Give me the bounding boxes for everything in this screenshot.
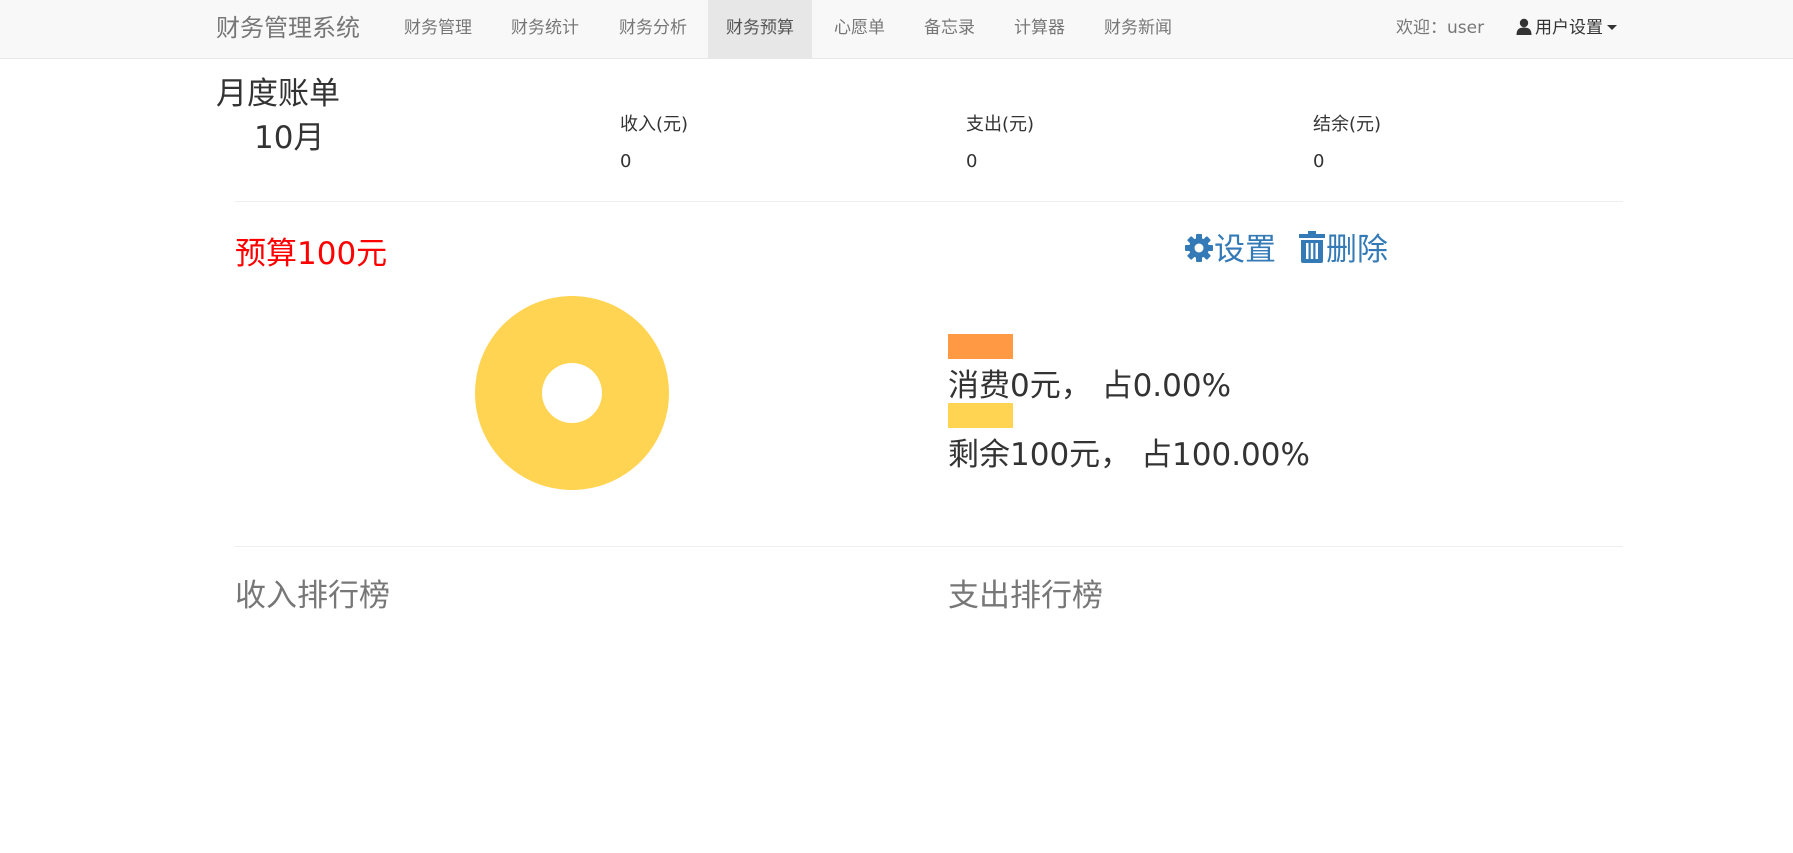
current-month: 10月 xyxy=(254,120,325,156)
income-ranking-title: 收入排行榜 xyxy=(235,578,390,614)
welcome-text: 欢迎：user xyxy=(1396,18,1485,38)
expense-value: 0 xyxy=(966,151,978,172)
balance-label: 结余(元) xyxy=(1313,114,1382,135)
section-divider xyxy=(235,546,1623,547)
budget-donut-chart xyxy=(475,296,669,490)
nav-item-finance-budget[interactable]: 财务预算 xyxy=(708,0,812,59)
nav-item-calculator[interactable]: 计算器 xyxy=(996,0,1083,59)
nav-item-wishlist[interactable]: 心愿单 xyxy=(816,0,903,59)
donut-slice-remaining xyxy=(475,296,669,490)
user-settings-dropdown[interactable]: 用户设置 xyxy=(1516,0,1617,59)
trash-icon xyxy=(1299,231,1325,263)
expense-label: 支出(元) xyxy=(966,114,1035,135)
brand-title[interactable]: 财务管理系统 xyxy=(216,0,360,59)
user-icon xyxy=(1516,18,1532,35)
budget-settings-label: 设置 xyxy=(1214,232,1276,268)
gear-icon xyxy=(1185,234,1213,262)
expense-ranking-title: 支出排行榜 xyxy=(948,578,1103,614)
nav-item-finance-management[interactable]: 财务管理 xyxy=(386,0,490,59)
nav-item-finance-statistics[interactable]: 财务统计 xyxy=(493,0,597,59)
budget-delete-label: 删除 xyxy=(1326,232,1388,268)
legend-spent-text: 消费0元， 占0.00% xyxy=(948,368,1232,404)
legend-swatch-remaining xyxy=(948,403,1013,428)
income-label: 收入(元) xyxy=(620,114,689,135)
balance-value: 0 xyxy=(1313,151,1325,172)
section-divider xyxy=(235,201,1623,202)
top-navbar: 财务管理系统 财务管理 财务统计 财务分析 财务预算 心愿单 备忘录 计算器 财… xyxy=(0,0,1793,59)
budget-title: 预算100元 xyxy=(235,236,388,272)
legend-swatch-spent xyxy=(948,334,1013,359)
nav-item-memo[interactable]: 备忘录 xyxy=(906,0,993,59)
monthly-bill-title: 月度账单 xyxy=(216,76,340,112)
income-value: 0 xyxy=(620,151,632,172)
caret-down-icon xyxy=(1607,25,1617,30)
nav-item-finance-analysis[interactable]: 财务分析 xyxy=(601,0,705,59)
budget-settings-button[interactable]: 设置 xyxy=(1184,224,1276,269)
legend-remaining-text: 剩余100元， 占100.00% xyxy=(948,437,1310,473)
user-settings-label: 用户设置 xyxy=(1535,18,1603,38)
budget-delete-button[interactable]: 删除 xyxy=(1298,224,1388,269)
nav-item-finance-news[interactable]: 财务新闻 xyxy=(1086,0,1190,59)
